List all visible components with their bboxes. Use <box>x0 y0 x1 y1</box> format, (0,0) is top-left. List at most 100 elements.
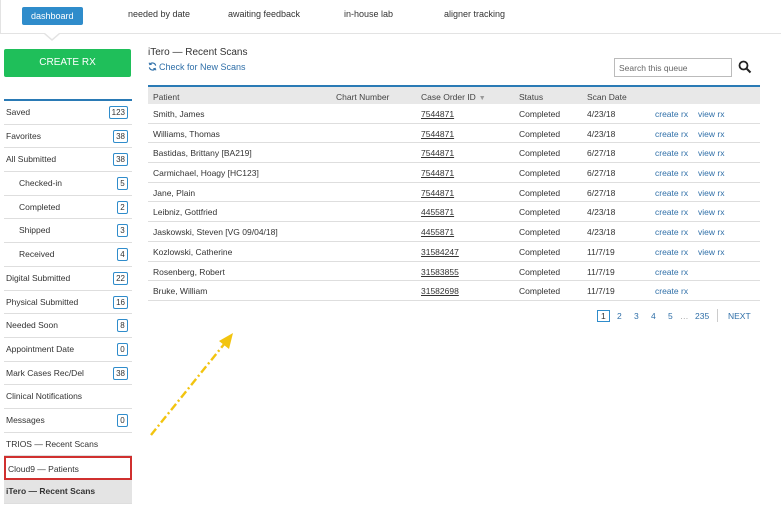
view-rx-link[interactable]: view rx <box>698 207 724 217</box>
sidebar-item-digital-submitted[interactable]: Digital Submitted 22 <box>4 267 132 291</box>
table-row[interactable]: Smith, James 7544871 Completed 4/23/18 creat… <box>148 104 760 124</box>
case-order-link[interactable]: 4455871 <box>421 227 454 237</box>
create-rx-link[interactable]: create rx <box>655 247 688 257</box>
count-badge: 4 <box>117 248 128 262</box>
tab-aligner-tracking[interactable]: aligner tracking <box>444 9 505 19</box>
sidebar-item-label: Digital Submitted <box>6 272 71 283</box>
sidebar-item-shipped[interactable]: Shipped 3 <box>4 219 132 244</box>
page-2[interactable]: 2 <box>617 311 622 321</box>
page-5[interactable]: 5 <box>668 311 673 321</box>
sidebar-item-checked-in[interactable]: Checked-in 5 <box>4 172 132 196</box>
case-order-link[interactable]: 7544871 <box>421 148 454 158</box>
next-page-button[interactable]: NEXT <box>728 311 751 321</box>
tab-dashboard[interactable]: dashboard <box>22 7 83 25</box>
count-badge: 8 <box>117 319 128 333</box>
case-order-link[interactable]: 7544871 <box>421 129 454 139</box>
tab-in-house-lab[interactable]: in-house lab <box>344 9 393 19</box>
table-row[interactable]: Bastidas, Brittany [BA219] 7544871 Complet… <box>148 143 760 164</box>
sidebar-item-saved[interactable]: Saved 123 <box>4 101 132 125</box>
check-new-scans-link[interactable]: Check for New Scans <box>148 62 246 72</box>
create-rx-link[interactable]: create rx <box>655 227 688 237</box>
table-row[interactable]: Rosenberg, Robert 31583855 Completed 11/7/1… <box>148 262 760 282</box>
create-rx-link[interactable]: create rx <box>655 148 688 158</box>
table-row[interactable]: Kozlowski, Catherine 31584247 Completed 11/… <box>148 242 760 262</box>
sidebar-item-label: Shipped <box>19 225 51 236</box>
view-rx-link[interactable]: view rx <box>698 247 724 257</box>
tab-awaiting-feedback[interactable]: awaiting feedback <box>228 9 300 19</box>
view-rx-link[interactable]: view rx <box>698 188 724 198</box>
sidebar-item-needed-soon[interactable]: Needed Soon 8 <box>4 314 132 338</box>
cell-status: Completed <box>519 128 561 139</box>
page-3[interactable]: 3 <box>634 311 639 321</box>
col-patient[interactable]: Patient <box>153 92 179 102</box>
case-order-link[interactable]: 31582698 <box>421 286 459 296</box>
case-order-link[interactable]: 7544871 <box>421 109 454 119</box>
sidebar-item-itero-recent-scans[interactable]: iTero — Recent Scans <box>4 480 132 504</box>
sidebar-item-appointment-date[interactable]: Appointment Date 0 <box>4 338 132 362</box>
annotation-arrow-icon <box>150 333 233 436</box>
view-rx-link[interactable]: view rx <box>698 129 724 139</box>
case-order-link[interactable]: 7544871 <box>421 168 454 178</box>
table-row[interactable]: Jaskowski, Steven [VG 09/04/18] 4455871 Co… <box>148 222 760 242</box>
cell-scan-date: 4/23/18 <box>587 109 616 119</box>
page-1[interactable]: 1 <box>597 310 610 322</box>
create-rx-link[interactable]: create rx <box>655 188 688 198</box>
table-row[interactable]: Jane, Plain 7544871 Completed 6/27/18 create… <box>148 183 760 203</box>
view-rx-link[interactable]: view rx <box>698 227 724 237</box>
case-order-link[interactable]: 4455871 <box>421 207 454 217</box>
create-rx-link[interactable]: create rx <box>655 286 688 296</box>
create-rx-link[interactable]: create rx <box>655 168 688 178</box>
search-input[interactable] <box>614 58 732 77</box>
view-rx-link[interactable]: view rx <box>698 148 724 158</box>
sidebar-item-label: Appointment Date <box>6 343 75 354</box>
cell-status: Completed <box>519 246 561 257</box>
cell-status: Completed <box>519 286 561 297</box>
cell-scan-date: 4/23/18 <box>587 207 616 218</box>
create-rx-link[interactable]: create rx <box>655 109 688 119</box>
sidebar-item-completed[interactable]: Completed 2 <box>4 196 132 220</box>
col-status[interactable]: Status <box>519 92 543 102</box>
table-row[interactable]: Bruke, William 31582698 Completed 11/7/19 cr… <box>148 281 760 301</box>
sidebar-item-physical-submitted[interactable]: Physical Submitted 16 <box>4 291 132 315</box>
view-rx-link[interactable]: view rx <box>698 168 724 178</box>
case-order-link[interactable]: 31584247 <box>421 247 459 257</box>
view-rx-link[interactable]: view rx <box>698 109 724 119</box>
col-scan-date[interactable]: Scan Date <box>587 92 627 102</box>
count-badge: 5 <box>117 177 128 191</box>
create-rx-link[interactable]: create rx <box>655 129 688 139</box>
sidebar-item-received[interactable]: Received 4 <box>4 243 132 267</box>
table-row[interactable]: Williams, Thomas 7544871 Completed 4/23/18 c… <box>148 124 760 144</box>
sidebar-item-trios-recent-scans[interactable]: TRIOS — Recent Scans <box>4 433 132 457</box>
sidebar-item-all-submitted[interactable]: All Submitted 38 <box>4 148 132 173</box>
scans-table: Patient Chart Number Case Order ID ▼ Stat… <box>148 85 760 301</box>
sidebar-item-favorites[interactable]: Favorites 38 <box>4 125 132 149</box>
sidebar-item-label: Clinical Notifications <box>6 391 83 402</box>
sidebar-item-messages[interactable]: Messages 0 <box>4 409 132 433</box>
cell-scan-date: 6/27/18 <box>587 168 616 179</box>
col-case-order-id[interactable]: Case Order ID ▼ <box>421 92 486 102</box>
search-icon[interactable] <box>738 60 752 74</box>
create-rx-link[interactable]: create rx <box>655 207 688 217</box>
col-chart-number[interactable]: Chart Number <box>336 92 389 102</box>
create-rx-link[interactable]: create rx <box>655 267 688 277</box>
sidebar-item-label: iTero — Recent Scans <box>6 486 96 496</box>
sidebar-item-label: Messages <box>6 414 45 425</box>
sidebar-item-mark-cases[interactable]: Mark Cases Rec/Del 38 <box>4 362 132 386</box>
tab-needed-by-date[interactable]: needed by date <box>128 9 190 19</box>
cell-status: Completed <box>519 168 561 179</box>
table-row[interactable]: Carmichael, Hoagy [HC123] 7544871 Complete… <box>148 163 760 183</box>
sidebar-item-label: Cloud9 — Patients <box>8 464 79 475</box>
sidebar-item-cloud9-patients[interactable]: Cloud9 — Patients <box>4 456 132 480</box>
table-row[interactable]: Leibniz, Gottfried 4455871 Completed 4/23/1… <box>148 202 760 223</box>
cell-status: Completed <box>519 227 561 238</box>
case-order-link[interactable]: 31583855 <box>421 267 459 277</box>
case-order-link[interactable]: 7544871 <box>421 188 454 198</box>
sidebar-item-clinical-notifications[interactable]: Clinical Notifications <box>4 385 132 409</box>
count-badge: 0 <box>117 413 128 427</box>
create-rx-button[interactable]: CREATE RX <box>4 49 131 77</box>
cell-status: Completed <box>519 187 561 198</box>
page-last[interactable]: 235 <box>695 311 709 321</box>
page-4[interactable]: 4 <box>651 311 656 321</box>
pager-divider <box>717 309 718 322</box>
cell-scan-date: 4/23/18 <box>587 227 616 238</box>
